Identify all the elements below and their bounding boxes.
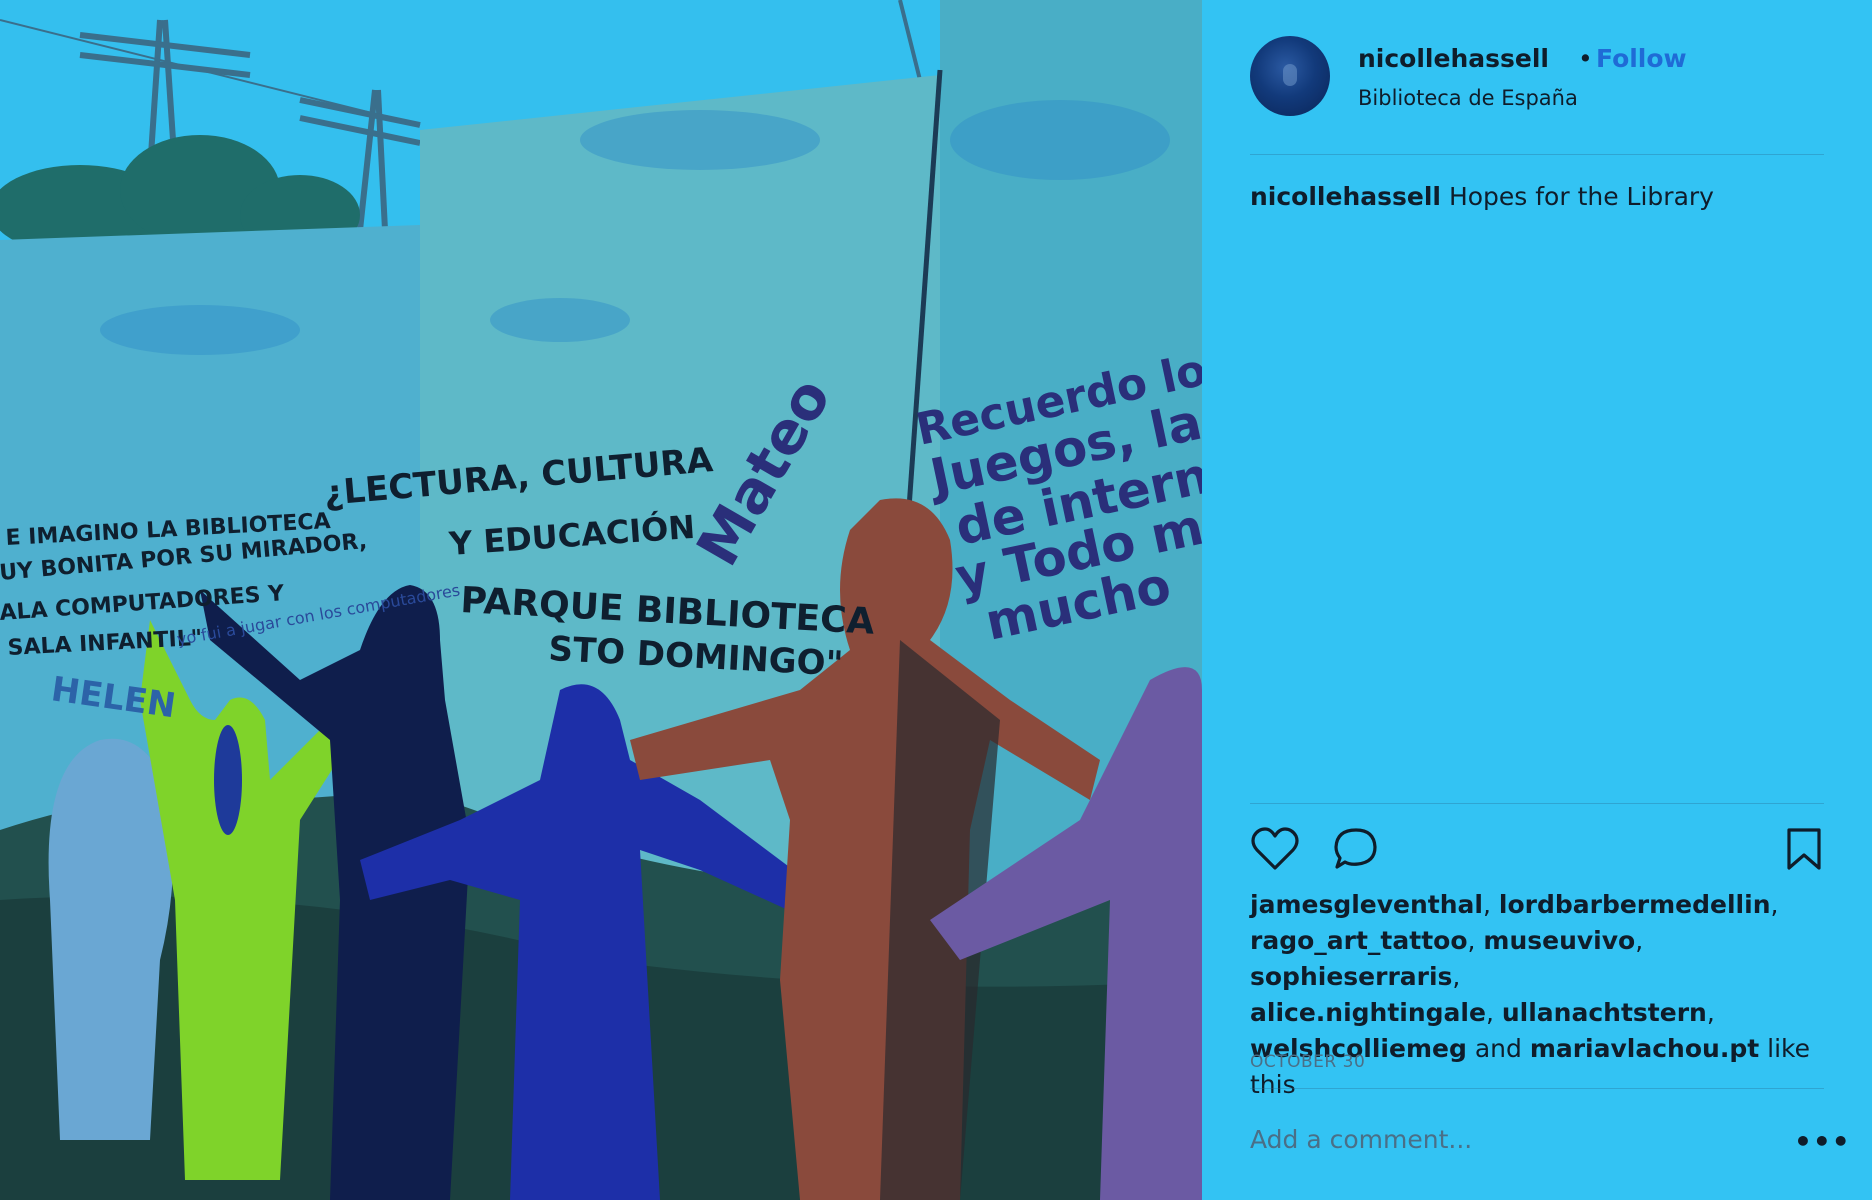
liker-username[interactable]: jamesgleventhal xyxy=(1250,890,1483,919)
heart-icon xyxy=(1251,827,1299,870)
liker-username[interactable]: ullanachtstern xyxy=(1502,998,1707,1027)
liker-username[interactable]: alice.nightingale xyxy=(1250,998,1486,1027)
ellipsis-icon: ••• xyxy=(1794,1125,1851,1158)
save-button[interactable] xyxy=(1784,826,1824,876)
location-link[interactable]: Biblioteca de España xyxy=(1358,86,1578,110)
post-header: nicollehassell • Follow Biblioteca de Es… xyxy=(1250,36,1824,155)
instagram-post-view: ¿LECTURA, CULTURA Y EDUCACIÓN PARQUE BIB… xyxy=(0,0,1872,1200)
liker-username[interactable]: museuvivo xyxy=(1483,926,1635,955)
caption-text: Hopes for the Library xyxy=(1448,182,1714,211)
like-button[interactable] xyxy=(1250,826,1300,876)
post-date[interactable]: OCTOBER 30 xyxy=(1250,1052,1365,1072)
bookmark-icon xyxy=(1787,828,1821,870)
liker-username[interactable]: rago_art_tattoo xyxy=(1250,926,1468,955)
liker-username[interactable]: mariavlachou.pt xyxy=(1530,1034,1759,1063)
comment-input[interactable] xyxy=(1250,1119,1750,1159)
likes-and-text: and xyxy=(1474,1034,1522,1063)
speech-bubble-icon xyxy=(1334,828,1377,869)
comment-bar: ••• xyxy=(1250,1088,1850,1200)
liker-username[interactable]: sophieserraris xyxy=(1250,962,1452,991)
post-photo[interactable]: ¿LECTURA, CULTURA Y EDUCACIÓN PARQUE BIB… xyxy=(0,0,1202,1200)
mural-photo-illustration: ¿LECTURA, CULTURA Y EDUCACIÓN PARQUE BIB… xyxy=(0,0,1202,1200)
follow-button[interactable]: Follow xyxy=(1596,44,1687,73)
comment-button[interactable] xyxy=(1332,826,1380,876)
post-caption: nicollehassell Hopes for the Library xyxy=(1250,182,1714,211)
post-sidebar: nicollehassell • Follow Biblioteca de Es… xyxy=(1202,0,1872,1200)
more-options-button[interactable]: ••• xyxy=(1794,1125,1851,1158)
follow-separator: • xyxy=(1578,44,1593,73)
liker-username[interactable]: lordbarbermedellin xyxy=(1499,890,1771,919)
avatar[interactable] xyxy=(1250,36,1330,116)
author-username[interactable]: nicollehassell xyxy=(1358,44,1549,73)
caption-username[interactable]: nicollehassell xyxy=(1250,182,1441,211)
